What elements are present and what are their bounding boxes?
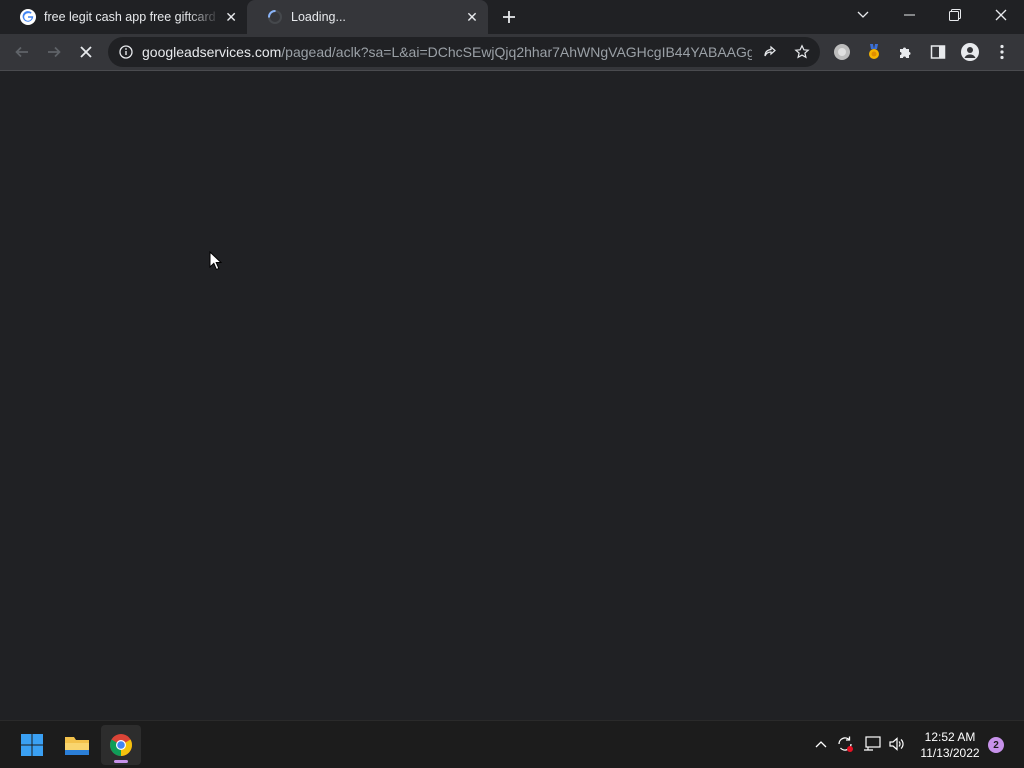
notification-badge[interactable]: 2	[988, 737, 1004, 753]
tab-loading[interactable]: Loading... ✕	[247, 0, 488, 34]
side-panel-icon[interactable]	[923, 37, 953, 67]
puzzle-extensions-icon[interactable]	[891, 37, 921, 67]
medal-extension-icon[interactable]	[859, 37, 889, 67]
chevron-down-icon	[857, 11, 869, 18]
browser-toolbar: googleadservices.com/pagead/aclk?sa=L&ai…	[0, 34, 1024, 71]
minimize-icon	[903, 14, 915, 16]
arrow-left-icon	[15, 46, 28, 58]
url-path: /pagead/aclk?sa=L&ai=DChcSEwjQjq2hhar7Ah…	[281, 44, 752, 60]
windows-start-icon[interactable]	[12, 725, 52, 765]
active-app-indicator	[114, 760, 128, 763]
windows-taskbar: 12:52 AM 11/13/2022 2	[0, 720, 1024, 768]
restore-icon	[949, 9, 961, 21]
forward-button[interactable]	[39, 37, 69, 67]
tab-title: Loading...	[291, 10, 346, 24]
new-tab-button[interactable]	[497, 6, 521, 28]
stop-x-icon	[80, 46, 92, 58]
tab-cash-app[interactable]: free legit cash app free giftcard - ✕	[0, 0, 247, 34]
close-icon	[995, 9, 1007, 21]
tab-strip: free legit cash app free giftcard - ✕ Lo…	[0, 0, 1024, 34]
file-explorer-icon[interactable]	[57, 725, 97, 765]
site-info-icon[interactable]	[118, 44, 134, 60]
grey-circle-extension-icon[interactable]	[827, 37, 857, 67]
close-window-button[interactable]	[978, 0, 1024, 30]
chevron-up-icon[interactable]	[810, 733, 832, 755]
url-host: googleadservices.com	[142, 44, 282, 60]
volume-icon[interactable]	[886, 733, 908, 755]
chrome-icon[interactable]	[101, 725, 141, 765]
profile-icon[interactable]	[955, 37, 985, 67]
loading-spinner-icon	[267, 9, 283, 25]
tab-title: free legit cash app free giftcard -	[44, 10, 222, 24]
bookmark-star-icon[interactable]	[792, 42, 812, 62]
minimize-button[interactable]	[886, 0, 932, 30]
page-content-area[interactable]	[0, 71, 1024, 719]
stop-button[interactable]	[71, 37, 101, 67]
kebab-menu-icon[interactable]	[987, 37, 1017, 67]
sync-alert-icon[interactable]	[834, 733, 856, 755]
taskbar-clock[interactable]: 12:52 AM 11/13/2022	[914, 729, 986, 761]
address-bar[interactable]: googleadservices.com/pagead/aclk?sa=L&ai…	[108, 37, 820, 67]
close-tab-icon[interactable]: ✕	[462, 7, 482, 27]
plus-icon	[503, 11, 515, 23]
google-g-icon	[20, 9, 36, 25]
close-tab-icon[interactable]: ✕	[221, 7, 241, 27]
clock-time: 12:52 AM	[924, 730, 976, 744]
arrow-right-icon	[48, 46, 61, 58]
url-text[interactable]: googleadservices.com/pagead/aclk?sa=L&ai…	[142, 44, 752, 60]
restore-button[interactable]	[932, 0, 978, 30]
tab-search-button[interactable]	[840, 0, 886, 30]
clock-date: 11/13/2022	[920, 746, 980, 760]
share-icon[interactable]	[760, 42, 780, 62]
mouse-cursor-icon	[209, 251, 223, 271]
back-button[interactable]	[7, 37, 37, 67]
network-icon[interactable]	[861, 733, 883, 755]
